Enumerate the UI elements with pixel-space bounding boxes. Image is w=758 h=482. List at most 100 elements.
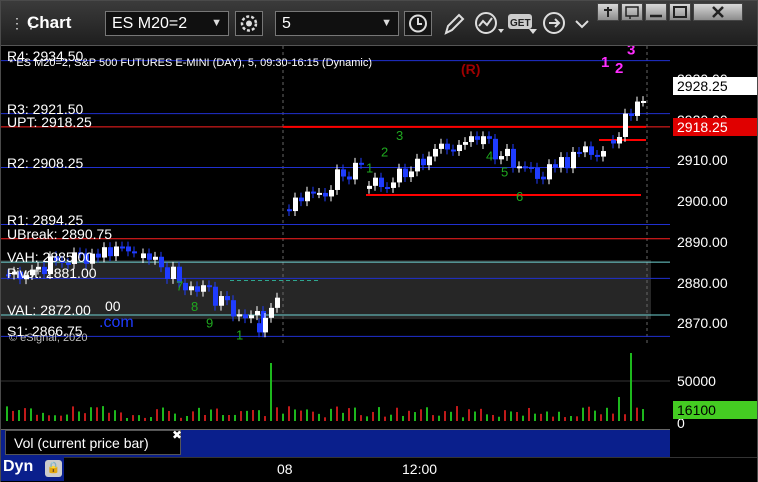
volume-bar [396, 407, 398, 421]
volume-bar [60, 415, 62, 421]
toolbar: ⋮⋮ Chart ES M20=2 ▼ 5 ▼ GET [1, 1, 757, 46]
volume-bar [138, 415, 140, 421]
volume-bar [150, 417, 152, 421]
volume-bar [636, 407, 638, 421]
interval-clock-button[interactable] [404, 11, 432, 36]
candle-body [195, 286, 200, 292]
candle-body [359, 162, 364, 165]
volume-bar [246, 410, 248, 421]
volume-bar [180, 417, 182, 421]
study-label: * ES M20=2, S&P 500 FUTURES E-MINI (DAY)… [9, 57, 373, 69]
study-button[interactable] [473, 11, 505, 37]
draw-tool-button[interactable] [441, 11, 467, 37]
gear-icon [240, 15, 258, 32]
dynamic-label: Dyn [3, 458, 34, 475]
volume-bar [90, 407, 92, 421]
study-chart-icon [475, 12, 504, 34]
candle-body [415, 158, 420, 172]
candle-body [439, 143, 444, 149]
volume-bar [204, 414, 206, 421]
volume-bar [288, 406, 290, 421]
price-plot[interactable]: 12345678911 23 [1, 46, 670, 346]
pencil-icon [444, 13, 465, 35]
value-area-band [1, 260, 651, 320]
price-axis-label: 2900.00 [677, 193, 728, 210]
sequence-count-mark: 3 [396, 128, 403, 143]
volume-bar [480, 408, 482, 421]
volume-study-name[interactable]: Vol (current price bar) [5, 430, 181, 455]
candle-body [523, 166, 528, 169]
interval-selector[interactable]: 5 ▼ [275, 11, 399, 36]
candle-body [275, 297, 280, 308]
minimize-button[interactable] [645, 3, 667, 21]
volume-bar [498, 416, 500, 421]
symbol-selector[interactable]: ES M20=2 ▼ [105, 11, 229, 36]
volume-bar [384, 416, 386, 421]
volume-bar [486, 414, 488, 421]
candle-body [623, 113, 628, 137]
volume-bar [420, 409, 422, 421]
volume-bar [12, 410, 14, 421]
drag-handle-icon[interactable]: ⋮⋮ [10, 15, 38, 31]
volume-bar [156, 409, 158, 421]
volume-bar [312, 411, 314, 421]
link-arrows-icon [543, 12, 565, 34]
link-button[interactable] [541, 11, 567, 37]
volume-bar [618, 397, 620, 421]
get-data-button[interactable]: GET [507, 11, 537, 37]
volume-bar [360, 415, 362, 421]
volume-bar [108, 412, 110, 421]
menu-button[interactable] [573, 11, 591, 37]
copyright: © eSignal, 2020 [9, 332, 88, 344]
candle-body [517, 166, 522, 169]
lock-icon[interactable]: 🔒 [45, 460, 62, 477]
volume-bar [132, 415, 134, 421]
volume-bar [600, 414, 602, 421]
close-icon[interactable]: ✖ [172, 428, 182, 442]
volume-bar [102, 406, 104, 421]
volume-bar [414, 412, 416, 421]
volume-bar [270, 363, 272, 421]
candle-body [559, 157, 564, 168]
candle-body [317, 192, 322, 195]
volume-bar [504, 410, 506, 421]
candle-body [487, 136, 492, 139]
time-axis[interactable] [1, 457, 757, 482]
candle-body [120, 246, 125, 249]
candle-body [189, 286, 194, 291]
chevron-down-icon: ▼ [381, 17, 392, 29]
upt-price-tag: 2918.25 [673, 117, 757, 136]
candle-body [287, 209, 292, 212]
candle-body [335, 169, 340, 190]
volume-bar [282, 413, 284, 421]
volume-bar [576, 416, 578, 421]
volume-bar [120, 412, 122, 421]
candle-body [457, 144, 462, 152]
volume-bar [318, 413, 320, 421]
volume-bar [240, 411, 242, 421]
link-window-button[interactable] [621, 3, 643, 21]
candle-body [565, 157, 570, 169]
svg-text:GET: GET [510, 18, 531, 29]
volume-bar [582, 407, 584, 421]
maximize-button[interactable] [669, 3, 691, 21]
sequence-count-mark: 5 [501, 165, 508, 180]
candle-body [635, 101, 640, 116]
candle-body [153, 256, 158, 260]
time-label-08: 08 [277, 461, 293, 477]
symbol-settings-button[interactable] [235, 11, 263, 36]
level-label: R2: 2908.25 [7, 154, 84, 171]
volume-plot[interactable] [1, 349, 670, 429]
r-marker: (R) [461, 61, 481, 77]
volume-bar [186, 415, 188, 421]
sequence-count-mark: 1 [236, 327, 243, 342]
pin-button[interactable] [597, 3, 619, 21]
close-button[interactable] [693, 3, 743, 21]
volume-bar [354, 407, 356, 421]
volume-bar [534, 413, 536, 421]
last-price-tag: 2928.25 [673, 77, 757, 96]
volume-bar [546, 411, 548, 421]
volume-bar [528, 407, 530, 421]
volume-bar [306, 409, 308, 421]
candle-body [347, 176, 352, 180]
